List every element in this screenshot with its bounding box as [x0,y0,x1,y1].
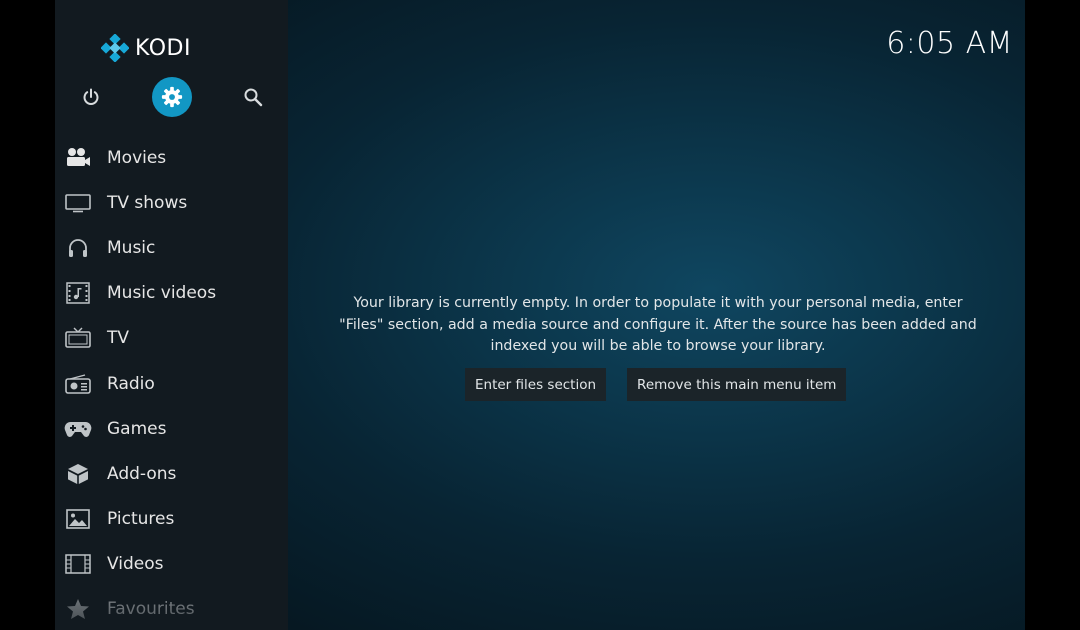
remove-main-menu-item-button[interactable]: Remove this main menu item [627,368,847,401]
menu-item-videos[interactable]: Videos [55,542,288,587]
power-icon [83,88,99,105]
menu-item-pictures[interactable]: Pictures [55,497,288,542]
menu-label-music-videos: Music videos [107,283,217,304]
menu-label-tv: TV [107,328,130,349]
menu-label-radio: Radio [107,373,155,394]
picture-icon [64,507,92,531]
tv-icon [64,326,92,350]
monitor-icon [64,191,92,215]
power-button[interactable] [71,77,111,117]
menu-label-tv-shows: TV shows [107,192,188,213]
menu-item-games[interactable]: Games [55,406,288,451]
menu-label-favourites: Favourites [107,599,195,620]
menu-label-movies: Movies [107,147,167,168]
kodi-home-screen: KODI Movies TV shows Music Music videos … [55,0,1025,630]
menu-item-radio[interactable]: Radio [55,361,288,406]
enter-files-section-button[interactable]: Enter files section [465,368,607,401]
menu-item-tv-shows[interactable]: TV shows [55,180,288,225]
menu-label-music: Music [107,237,156,258]
film-strip-icon [64,552,92,576]
menu-label-videos: Videos [107,554,164,575]
kodi-logo: KODI [101,32,191,64]
settings-button[interactable] [152,77,192,117]
sidebar: KODI Movies TV shows Music Music videos … [55,0,288,630]
menu-label-add-ons: Add-ons [107,463,177,484]
movie-camera-icon [64,146,92,170]
main-menu: Movies TV shows Music Music videos TV Ra… [55,135,288,630]
clock: 6:05 AM [886,26,1013,61]
logo-text: KODI [135,35,191,61]
search-icon [244,88,263,107]
menu-item-movies[interactable]: Movies [55,135,288,180]
addons-box-icon [64,462,92,486]
message-line-2: "Files" section, add a media source and … [339,316,977,333]
menu-label-pictures: Pictures [107,509,175,530]
gamepad-icon [64,417,92,441]
headphones-icon [64,236,92,260]
gear-icon [161,86,183,108]
kodi-logo-icon [101,34,129,62]
music-video-icon [64,281,92,305]
menu-item-favourites[interactable]: Favourites [55,587,288,630]
message-line-3: indexed you will be able to browse your … [490,338,826,354]
menu-item-tv[interactable]: TV [55,316,288,361]
menu-item-music-videos[interactable]: Music videos [55,271,288,316]
menu-item-music[interactable]: Music [55,225,288,270]
menu-item-add-ons[interactable]: Add-ons [55,451,288,496]
star-icon [64,597,92,621]
empty-library-actions: Enter files section Remove this main men… [465,368,847,401]
message-line-1: Your library is currently empty. In orde… [353,295,963,311]
search-button[interactable] [233,77,273,117]
radio-icon [64,372,92,396]
empty-library-message: Your library is currently empty. In orde… [308,293,1008,358]
menu-label-games: Games [107,418,167,439]
